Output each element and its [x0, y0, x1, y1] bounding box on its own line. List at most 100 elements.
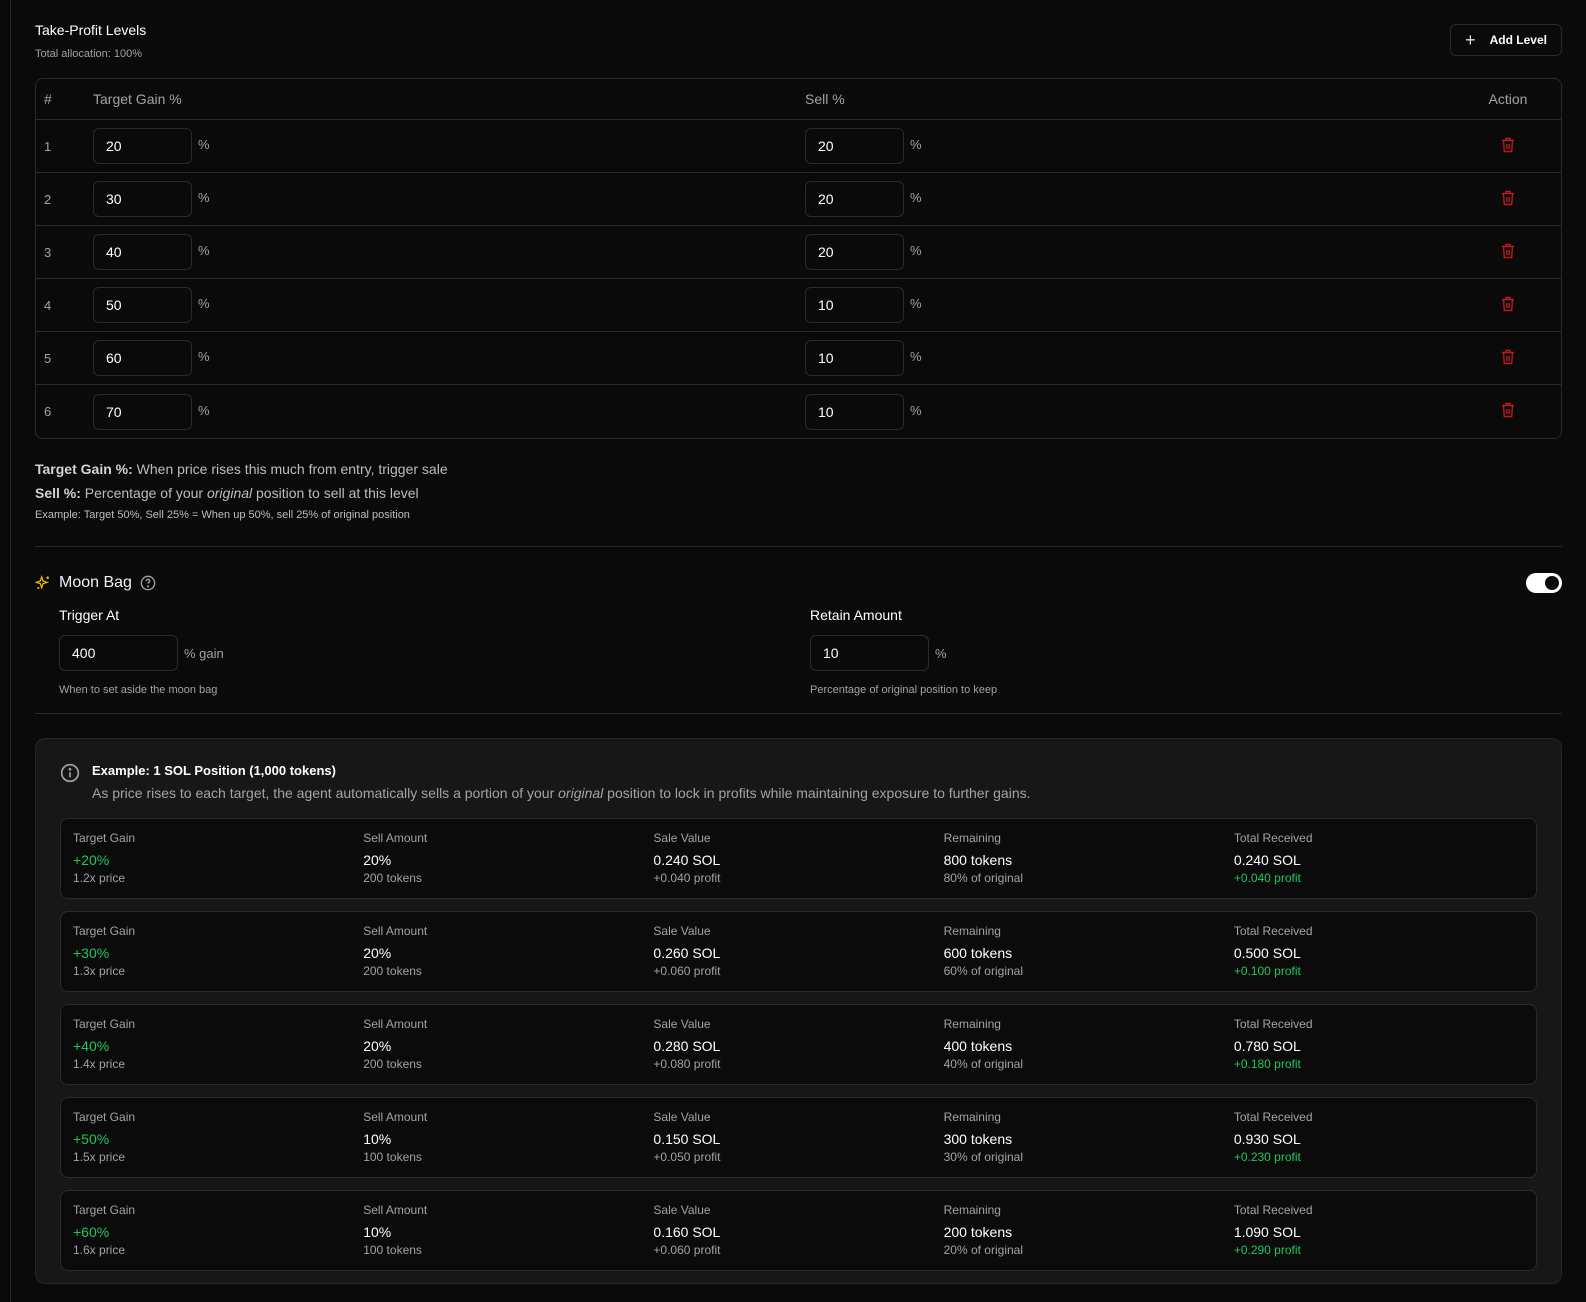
- trigger-label: Trigger At: [59, 607, 120, 623]
- example-row: Target Gain +60% 1.6x price Sell Amount 10% 1…: [60, 1190, 1537, 1271]
- remaining-label: Remaining: [943, 831, 1001, 845]
- remaining: Remaining 300 tokens 30% of original: [944, 1110, 1234, 1165]
- total-received-value: 0.780 SOL: [1233, 1038, 1301, 1054]
- col-num: #: [36, 79, 93, 120]
- target-gain-value: +30%: [73, 945, 110, 961]
- total-received-label: Total Received: [1233, 924, 1313, 938]
- sell-percent-input[interactable]: 10: [805, 393, 904, 430]
- retain-hint: Percentage of original position to keep: [810, 684, 998, 696]
- remaining-sub: 80% of original: [943, 871, 1023, 885]
- remaining-label: Remaining: [943, 1110, 1001, 1124]
- target-gain: Target Gain +60% 1.6x price: [73, 1203, 363, 1258]
- sale-value-value: 0.260 SOL: [653, 945, 721, 961]
- total-received: Total Received 0.240 SOL +0.040 profit: [1234, 831, 1524, 886]
- sale-value-sub: +0.080 profit: [653, 1057, 721, 1071]
- sell-amount: Sell Amount 10% 100 tokens: [363, 1110, 653, 1165]
- percent-unit: %: [198, 137, 210, 153]
- sell-percent-input[interactable]: 20: [805, 181, 904, 217]
- add-level-button[interactable]: + Add Level: [1450, 24, 1562, 56]
- target-gain-input[interactable]: 50: [93, 287, 192, 323]
- retain-input[interactable]: 10: [810, 635, 929, 671]
- plus-icon: +: [1465, 29, 1476, 50]
- remaining-sub: 30% of original: [943, 1150, 1023, 1164]
- sparkles-icon: [35, 575, 50, 590]
- trash-icon[interactable]: [1501, 190, 1515, 209]
- level-row: 3 40% 20%: [36, 226, 1561, 279]
- example-row: Target Gain +30% 1.3x price Sell Amount 20% 2…: [60, 911, 1537, 992]
- level-number: 1: [36, 120, 93, 173]
- target-gain-sub: 1.4x price: [73, 1057, 126, 1071]
- sell-term: Sell %:: [35, 485, 81, 501]
- example-desc: As price rises to each target, the agent…: [92, 785, 1031, 801]
- level-number: 2: [36, 173, 93, 226]
- trash-icon[interactable]: [1501, 296, 1515, 315]
- remaining-value: 600 tokens: [943, 945, 1013, 961]
- target-gain-input[interactable]: 40: [93, 234, 192, 270]
- sale-value: Sale Value 0.160 SOL +0.060 profit: [653, 1203, 943, 1258]
- sale-value-label: Sale Value: [653, 1110, 711, 1124]
- level-row: 1 20% 20%: [36, 120, 1561, 173]
- remaining-sub: 60% of original: [943, 964, 1023, 978]
- level-number: 5: [36, 332, 93, 385]
- trigger-input[interactable]: 400: [59, 635, 178, 671]
- sell-amount: Sell Amount 20% 200 tokens: [363, 1017, 653, 1072]
- section-title: Take-Profit Levels: [35, 22, 147, 38]
- trash-icon[interactable]: [1501, 243, 1515, 262]
- target-gain-value: +60%: [73, 1224, 110, 1240]
- example-row: Target Gain +50% 1.5x price Sell Amount 10% 1…: [60, 1097, 1537, 1178]
- percent-unit: %: [910, 190, 922, 206]
- target-gain-sub: 1.5x price: [73, 1150, 126, 1164]
- trash-icon[interactable]: [1501, 402, 1515, 421]
- trash-icon[interactable]: [1501, 137, 1515, 156]
- target-gain-sub: 1.6x price: [73, 1243, 126, 1257]
- sell-percent-input[interactable]: 20: [805, 128, 904, 164]
- sell-percent-input[interactable]: 10: [805, 340, 904, 376]
- remaining: Remaining 600 tokens 60% of original: [944, 924, 1234, 979]
- moon-bag-toggle[interactable]: [1526, 573, 1562, 593]
- target-gain-input[interactable]: 20: [93, 128, 192, 164]
- moon-bag-title: Moon Bag: [59, 574, 132, 591]
- trigger-unit: % gain: [184, 645, 224, 661]
- target-gain-input[interactable]: 60: [93, 340, 192, 376]
- target-gain-value: +50%: [73, 1131, 110, 1147]
- trigger-hint: When to set aside the moon bag: [59, 684, 218, 696]
- target-gain: Target Gain +30% 1.3x price: [73, 924, 363, 979]
- total-received-label: Total Received: [1233, 1017, 1313, 1031]
- level-row: 6 70% 10%: [36, 385, 1561, 438]
- remaining-sub: 20% of original: [943, 1243, 1023, 1257]
- target-gain-label: Target Gain: [73, 1110, 136, 1124]
- add-level-label: Add Level: [1489, 33, 1547, 47]
- target-gain-input[interactable]: 70: [93, 393, 192, 430]
- total-received: Total Received 0.930 SOL +0.230 profit: [1234, 1110, 1524, 1165]
- target-gain-value: +40%: [73, 1038, 110, 1054]
- percent-unit: %: [198, 349, 210, 365]
- sale-value: Sale Value 0.150 SOL +0.050 profit: [653, 1110, 943, 1165]
- help-circle-icon[interactable]: [140, 575, 156, 591]
- trash-icon[interactable]: [1501, 349, 1515, 368]
- remaining-value: 400 tokens: [943, 1038, 1013, 1054]
- sale-value-value: 0.160 SOL: [653, 1224, 721, 1240]
- sell-percent-input[interactable]: 20: [805, 234, 904, 270]
- levels-table: # Target Gain % Sell % Action 1 20% 20% …: [35, 78, 1562, 439]
- help-text: Target Gain %: When price rises this muc…: [35, 439, 1562, 525]
- sell-desc: Percentage of your: [80, 485, 207, 501]
- example-row: Target Gain +20% 1.2x price Sell Amount 20% 2…: [60, 818, 1537, 899]
- target-gain-label: Target Gain: [73, 1017, 136, 1031]
- sell-amount-value: 20%: [363, 945, 392, 961]
- target-gain-sub: 1.3x price: [73, 964, 126, 978]
- total-allocation: Total allocation: 100%: [35, 48, 143, 60]
- gain-desc: When price rises this much from entry, t…: [132, 461, 448, 477]
- sell-amount-label: Sell Amount: [363, 831, 428, 845]
- total-received-value: 0.930 SOL: [1233, 1131, 1301, 1147]
- target-gain-input[interactable]: 30: [93, 181, 192, 217]
- sell-amount-value: 10%: [363, 1224, 392, 1240]
- sale-value: Sale Value 0.280 SOL +0.080 profit: [653, 1017, 943, 1072]
- sale-value-label: Sale Value: [653, 1203, 711, 1217]
- sell-percent-input[interactable]: 10: [805, 287, 904, 323]
- level-number: 6: [44, 404, 52, 419]
- sell-amount: Sell Amount 20% 200 tokens: [363, 924, 653, 979]
- percent-unit: %: [198, 243, 210, 259]
- sell-amount-sub: 200 tokens: [363, 1057, 422, 1071]
- target-gain-value: +20%: [73, 852, 110, 868]
- sell-amount-sub: 100 tokens: [363, 1243, 422, 1257]
